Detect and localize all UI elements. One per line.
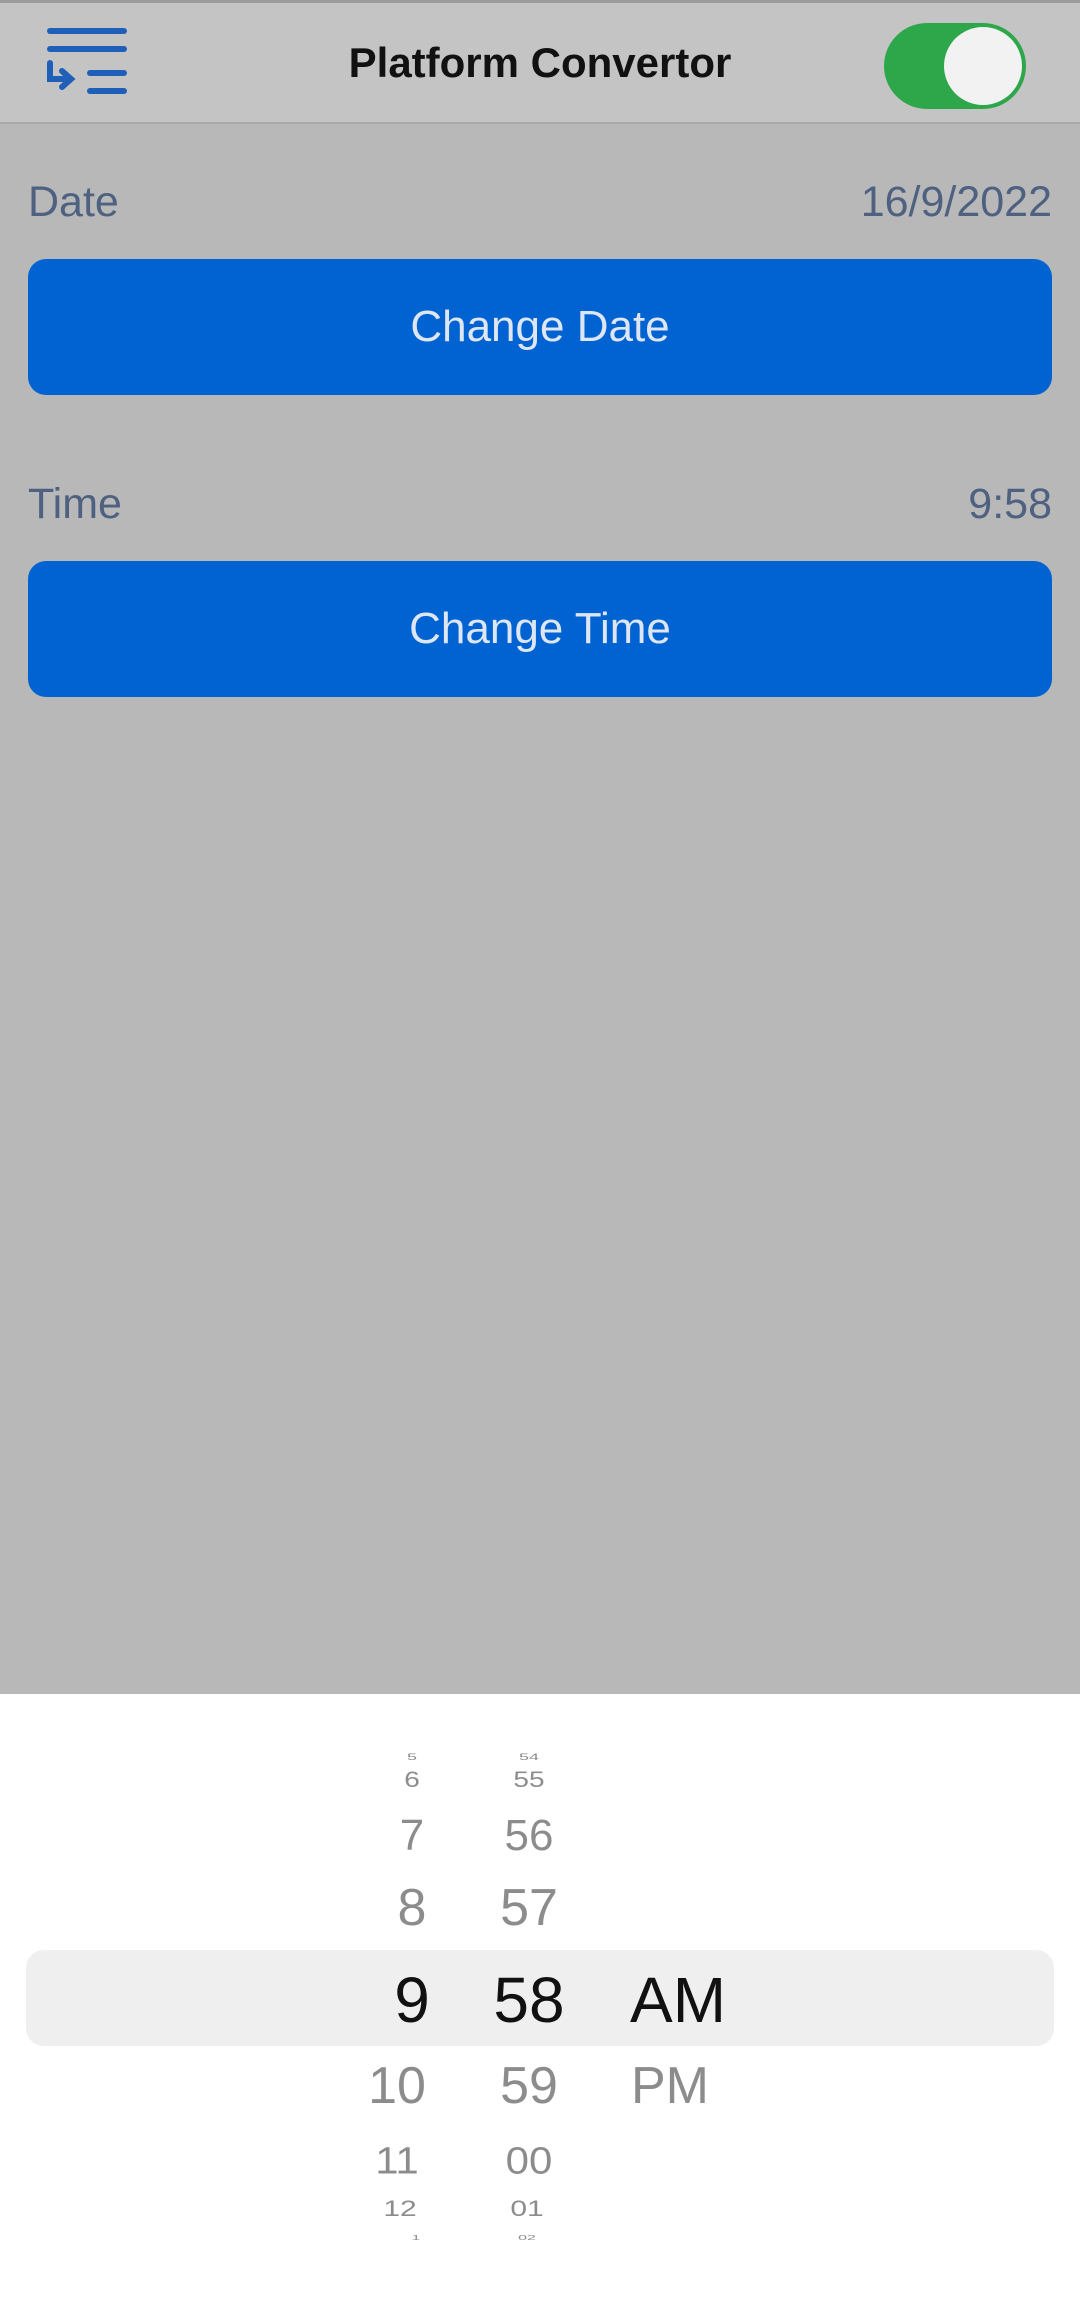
picker-minute-option[interactable]: 00: [506, 2142, 553, 2180]
toggle-knob: [944, 27, 1022, 105]
picker-hour-option[interactable]: 5: [407, 1753, 417, 1762]
picker-minute-selected[interactable]: 58: [493, 1968, 564, 2032]
time-picker: 5 6 7 8 9 10 11 12 1 54 55 56 57 58 59 0…: [0, 1694, 1080, 2301]
time-label: Time: [28, 480, 122, 528]
picker-minute-option[interactable]: 02: [518, 2234, 536, 2241]
date-label: Date: [28, 178, 119, 226]
change-date-button[interactable]: Change Date: [28, 259, 1052, 395]
picker-minute-option[interactable]: 54: [519, 1753, 539, 1762]
picker-hour-selected[interactable]: 9: [394, 1968, 430, 2032]
picker-hour-option[interactable]: 12: [383, 2197, 416, 2221]
platform-toggle[interactable]: [884, 23, 1026, 109]
picker-hour-option[interactable]: 10: [368, 2060, 426, 2112]
picker-minute-option[interactable]: 01: [510, 2197, 543, 2221]
picker-hour-option[interactable]: 8: [398, 1882, 427, 1934]
picker-hour-option[interactable]: 1: [412, 2234, 421, 2241]
picker-hour-option[interactable]: 7: [400, 1814, 424, 1858]
picker-hour-option[interactable]: 6: [404, 1768, 420, 1791]
time-value: 9:58: [968, 480, 1052, 528]
picker-period-option[interactable]: PM: [631, 2060, 709, 2112]
picker-minute-option[interactable]: 57: [500, 1882, 558, 1934]
date-value: 16/9/2022: [860, 178, 1052, 226]
picker-minute-option[interactable]: 59: [500, 2060, 558, 2112]
picker-minute-option[interactable]: 56: [505, 1814, 554, 1858]
change-time-button[interactable]: Change Time: [28, 561, 1052, 697]
picker-hour-option[interactable]: 11: [375, 2142, 419, 2180]
picker-period-selected[interactable]: AM: [630, 1968, 726, 2032]
picker-minute-option[interactable]: 55: [513, 1768, 544, 1791]
app-header: Platform Convertor: [0, 0, 1080, 124]
